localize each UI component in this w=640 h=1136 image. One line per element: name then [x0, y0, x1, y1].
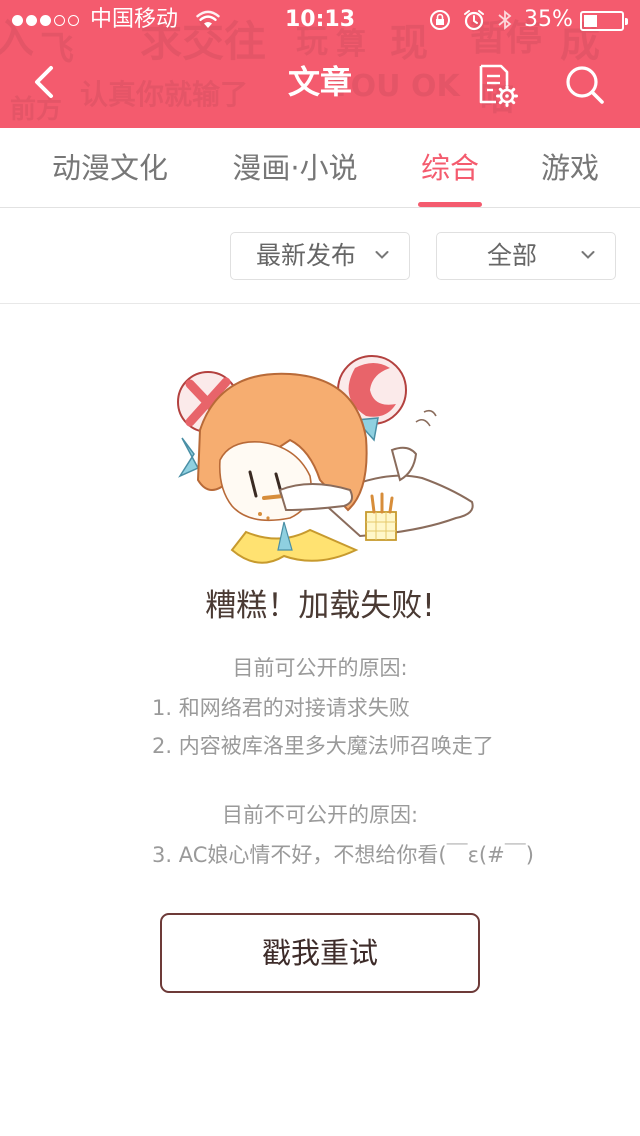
signal-strength-indicator	[12, 10, 79, 30]
category-dropdown-value: 全部	[486, 241, 537, 270]
signal-dot	[68, 14, 79, 26]
filter-bar: 最新发布 全部	[0, 208, 640, 304]
tab-anime-culture[interactable]: 动漫文化	[40, 128, 180, 208]
public-reason-item: 2. 内容被库洛里多大魔法师召唤走了	[152, 734, 494, 758]
rotation-lock-icon	[430, 10, 450, 30]
search-icon	[566, 66, 604, 104]
chevron-left-icon	[35, 66, 53, 98]
document-settings-button[interactable]	[474, 62, 522, 110]
navigation-bar: 文章	[0, 40, 640, 128]
tab-general[interactable]: 综合	[400, 128, 500, 208]
signal-dot	[54, 14, 65, 26]
carrier-name: 中国移动	[90, 7, 179, 32]
private-reasons-heading: 目前不可公开的原因:	[221, 803, 419, 827]
back-button[interactable]	[22, 60, 66, 104]
chevron-down-icon	[375, 251, 389, 259]
tab-games[interactable]: 游戏	[520, 128, 620, 208]
tab-comic-novel[interactable]: 漫画·小说	[220, 128, 370, 208]
bluetooth-icon	[498, 10, 512, 30]
category-tabs: 动漫文化 漫画·小说 综合 游戏	[0, 128, 640, 208]
app-header: 入 飞 求交往 玩 算 现 暂停 成 认真你就输了 YOU OK 喵 前方 中国…	[0, 0, 640, 128]
signal-dot	[26, 14, 37, 26]
search-button[interactable]	[562, 62, 610, 110]
battery-icon	[580, 11, 628, 31]
sort-dropdown-value: 最新发布	[255, 241, 356, 270]
active-tab-indicator	[418, 202, 482, 207]
document-gear-icon	[479, 64, 518, 107]
battery-percentage: 35%	[524, 7, 573, 32]
signal-dot	[40, 14, 51, 26]
status-bar: 中国移动 10:13 35%	[0, 0, 640, 40]
sort-dropdown[interactable]: 最新发布	[230, 232, 410, 280]
alarm-icon	[464, 10, 484, 31]
error-mascot-illustration	[177, 355, 474, 564]
public-reason-item: 1. 和网络君的对接请求失败	[152, 696, 410, 720]
category-dropdown[interactable]: 全部	[436, 232, 616, 280]
chevron-down-icon	[581, 251, 595, 259]
public-reasons-heading: 目前可公开的原因:	[232, 656, 408, 680]
error-title: 糟糕！加载失败!	[205, 588, 435, 624]
private-reason-item: 3. AC娘心情不好，不想给你看(￣ε(#￣)	[152, 843, 534, 867]
retry-button[interactable]: 戳我重试	[160, 913, 480, 993]
page-title: 文章	[287, 63, 352, 101]
wifi-icon	[196, 10, 220, 28]
signal-dot	[12, 14, 23, 26]
